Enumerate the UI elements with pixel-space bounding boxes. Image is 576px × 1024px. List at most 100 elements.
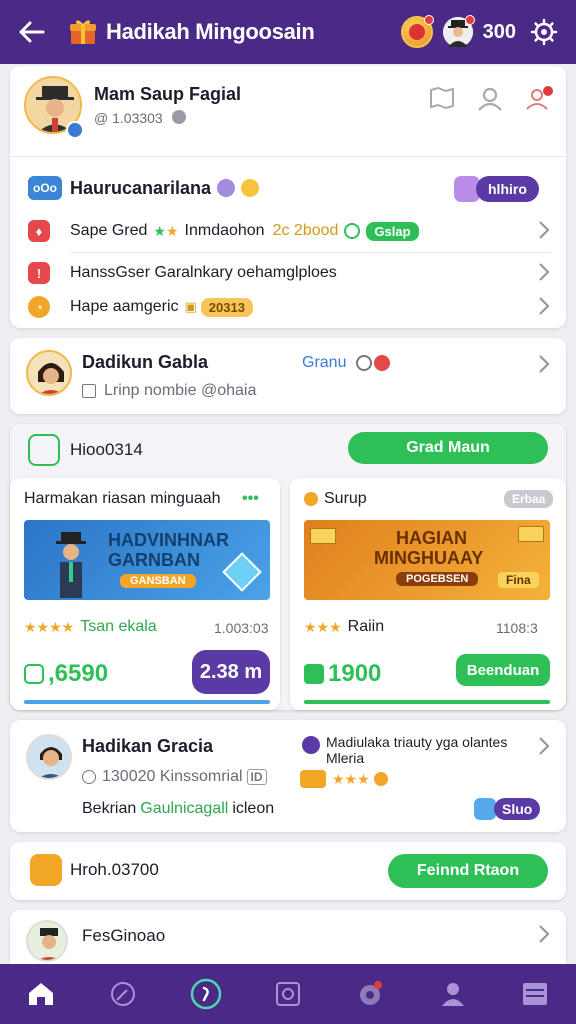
nav-shop[interactable] xyxy=(268,974,308,1014)
promo-right-price-row: 1900 xyxy=(304,660,381,688)
promo-left-rating-label: Tsan ekala xyxy=(80,618,157,635)
promo-right-banner[interactable]: HAGIAN MINGHUAAY POGEBSEN Fina xyxy=(304,520,550,600)
reward-item-2[interactable]: ! HanssGser Garalnkary oehamglploes xyxy=(28,260,337,286)
more-icon[interactable]: ••• xyxy=(242,490,259,508)
promo-code: Hioo0314 xyxy=(70,440,143,459)
profile-handle: @ 1.03303 xyxy=(94,110,163,126)
nav-rewards[interactable] xyxy=(350,974,390,1014)
top-app-bar: Hadikah Mingoosain 300 xyxy=(0,0,576,64)
notification-user-icon[interactable] xyxy=(524,84,554,112)
promo-right-button[interactable]: Beenduan xyxy=(456,654,550,686)
reward-item-value: 2c 2bood xyxy=(272,222,339,239)
nav-home[interactable] xyxy=(21,974,61,1014)
friend-avatar xyxy=(26,350,72,396)
second-friend-desc-a: Bekrian xyxy=(82,800,137,817)
nav-center[interactable] xyxy=(186,974,226,1014)
promo-card-right[interactable]: Surup Erbaa HAGIAN MINGHUAAY POGEBSEN Fi… xyxy=(290,478,566,710)
reward-bar-button[interactable]: Feinnd Rtaon xyxy=(388,854,548,888)
promo-left-banner-small: GANSBAN xyxy=(120,574,196,588)
second-friend-avatar xyxy=(26,734,72,780)
coin-badge-icon[interactable] xyxy=(400,15,434,48)
promo-right-banner-small: POGEBSEN xyxy=(396,572,479,586)
divider xyxy=(70,252,550,253)
bubble-icon xyxy=(217,179,236,197)
star-icon: ★ xyxy=(165,222,179,239)
lock-icon: ▣ xyxy=(184,299,197,314)
promo-right-banner-line1: HAGIAN xyxy=(396,528,467,548)
chevron-right-icon[interactable] xyxy=(538,296,550,316)
promo-left-price-row: ,6590 xyxy=(24,660,108,688)
nav-inbox[interactable] xyxy=(515,974,555,1014)
promo-left-rating-value: 1.003:03 xyxy=(214,620,269,636)
heart-icon xyxy=(374,355,390,371)
promo-claim-button[interactable]: Grad Maun xyxy=(348,432,548,464)
promo-right-rating-value: 1108:3 xyxy=(496,620,538,636)
friend-status: Granu xyxy=(302,354,347,371)
second-friend-desc-b: Gaulnicagall xyxy=(140,800,229,817)
smile-icon xyxy=(304,492,318,506)
promo-right-header: Surup xyxy=(304,490,367,508)
promo-left-title: Harmakan riasan minguaah xyxy=(24,490,221,507)
check-icon xyxy=(344,223,361,239)
home-icon xyxy=(29,983,54,1005)
promo-left-price-pill[interactable]: 2.38 m xyxy=(192,650,270,694)
profile-name: Mam Saup Fagial xyxy=(94,84,242,104)
arrow-left-icon xyxy=(19,21,45,43)
rewards-badge[interactable]: hlhiro xyxy=(454,176,539,202)
second-friend-rewards-row: ★★★ xyxy=(300,770,388,788)
gift-box-icon xyxy=(70,20,96,44)
smile-icon xyxy=(356,355,372,371)
bottom-navigation xyxy=(0,964,576,1024)
settings-button[interactable] xyxy=(526,14,562,50)
friend-name: Dadikun Gabla xyxy=(82,352,209,372)
promo-left-banner-line1: HADVINHNAR xyxy=(108,530,229,550)
chevron-right-icon[interactable] xyxy=(538,354,550,374)
divider xyxy=(10,156,566,157)
last-item-name: FesGinoao xyxy=(82,926,166,945)
chevron-right-icon[interactable] xyxy=(538,924,550,944)
stars-icon: ★★★★ xyxy=(24,618,75,635)
promo-left-price: ,6590 xyxy=(48,660,109,687)
reward-item-label: HanssGser Garalnkary oehamglploes xyxy=(70,264,337,281)
nav-explore[interactable] xyxy=(103,974,143,1014)
star-icon: ★ xyxy=(153,222,166,239)
reward-item-detail: Inmdaohon xyxy=(184,222,265,239)
reward-item-3[interactable]: ◔ Hape aamgeric ▣ 20313 xyxy=(28,294,253,320)
gold-bar-icon xyxy=(310,528,336,544)
gold-bar-icon xyxy=(300,770,326,788)
inbox-icon xyxy=(522,983,547,1005)
promo-right-price: 1900 xyxy=(328,660,382,687)
chevron-right-icon[interactable] xyxy=(538,220,550,240)
promo-right-title: Surup xyxy=(324,490,367,507)
tag-icon xyxy=(304,664,324,684)
second-friend-meta-pill: ID xyxy=(246,769,267,785)
bag-icon xyxy=(24,664,44,684)
promo-left-banner[interactable]: HADVINHNAR GARNBAN GANSBAN xyxy=(24,520,270,600)
promo-card-left[interactable]: Harmakan riasan minguaah ••• HADVINHNAR … xyxy=(10,478,280,710)
friend-card[interactable]: Dadikun Gabla Lrinp nombie @ohaia Granu xyxy=(10,338,566,414)
bookmark-icon[interactable] xyxy=(428,86,456,110)
chevron-right-icon[interactable] xyxy=(538,262,550,282)
nav-friends[interactable] xyxy=(433,974,473,1014)
square-icon xyxy=(275,982,300,1006)
user-circle-icon[interactable] xyxy=(476,84,504,112)
last-item-avatar xyxy=(26,920,68,962)
profile-card: Mam Saup Fagial @ 1.03303 oOo Haurucanar… xyxy=(10,66,566,328)
coin-icon xyxy=(373,772,388,786)
info-icon[interactable] xyxy=(172,110,186,124)
back-button[interactable] xyxy=(14,14,50,50)
promo-right-banner-button[interactable]: Fina xyxy=(498,572,539,588)
user-avatar-icon[interactable] xyxy=(442,15,475,47)
promo-header: Hioo0314 xyxy=(28,434,143,466)
second-friend-card[interactable]: Hadikan Gracia 130020 Kinssomrial ID Bek… xyxy=(10,720,566,832)
reward-item-1[interactable]: ♦ Sape Gred ★ ★ Inmdaohon 2c 2bood Gslap xyxy=(28,218,548,244)
last-item-card[interactable]: FesGinoao xyxy=(10,910,566,964)
chevron-right-icon[interactable] xyxy=(538,736,550,756)
compass-icon xyxy=(111,982,136,1006)
second-friend-name: Hadikan Gracia xyxy=(82,736,214,756)
reward-bar: Hroh.03700 Feinnd Rtaon xyxy=(10,842,566,900)
gift-icon: ♦ xyxy=(28,220,50,242)
heart-icon xyxy=(302,736,320,754)
reward-item-label: Hape aamgeric xyxy=(70,298,179,315)
second-friend-pill[interactable]: Sluo xyxy=(474,798,541,820)
